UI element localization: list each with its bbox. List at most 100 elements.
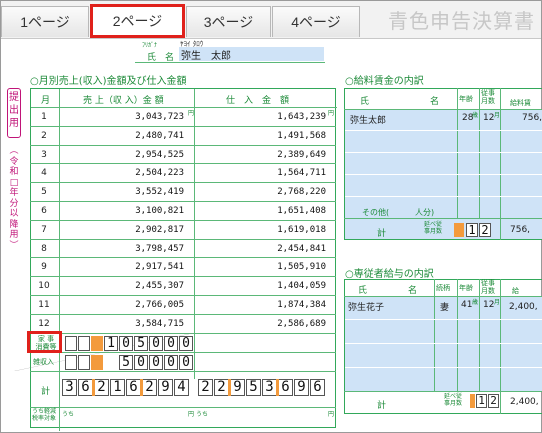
salary-col-months: 従事 月数 — [481, 89, 495, 105]
family-row1-name: 弥生花子 — [348, 303, 385, 313]
digit-cell-empty[interactable] — [78, 355, 90, 370]
digit-cell[interactable]: 0 — [134, 355, 148, 370]
digit-cell[interactable]: 5 — [246, 379, 261, 396]
sales-cell[interactable]: 3,043,723 — [100, 112, 184, 122]
purchase-cell[interactable]: 2,768,220 — [240, 187, 326, 197]
digit-cell[interactable]: 0 — [179, 336, 193, 351]
sales-cell[interactable]: 2,917,541 — [100, 262, 184, 272]
sales-cell[interactable]: 2,480,741 — [100, 131, 184, 141]
tab-page-4[interactable]: 4ページ — [272, 6, 360, 37]
digit-cell[interactable]: 3 — [262, 379, 277, 396]
month-cell: 5 — [41, 187, 47, 198]
digit-cell[interactable]: 9 — [294, 379, 309, 396]
sales-cell[interactable]: 3,552,419 — [100, 187, 184, 197]
digit-cell[interactable]: 6 — [126, 379, 141, 396]
digit-cell[interactable]: 5 — [134, 336, 148, 351]
digit-cell[interactable]: 0 — [164, 355, 178, 370]
family-nobe-label: 延べ従 事月数 — [444, 393, 463, 407]
purchase-cell[interactable]: 1,404,059 — [240, 281, 326, 291]
row-divider — [30, 201, 336, 202]
digit-cell[interactable]: 1 — [110, 379, 125, 396]
salary-row1-age-unit: 歳 — [472, 112, 479, 119]
salary-col-amount: 給料賃 — [510, 99, 531, 107]
family-row1-age-unit: 歳 — [472, 299, 479, 306]
family-row1-age: 41 — [461, 300, 473, 310]
month-cell: 1 — [41, 112, 47, 122]
uchi-purchase-label: うち — [196, 411, 209, 418]
family-col-age: 年齢 — [459, 284, 473, 292]
row-divider — [30, 144, 336, 146]
purchase-cell[interactable]: 1,564,711 — [240, 168, 326, 178]
digit-cell[interactable]: 0 — [179, 355, 193, 370]
col-month: 月 — [41, 96, 51, 106]
digit-cell-empty[interactable] — [65, 336, 77, 351]
sales-cell[interactable]: 3,584,715 — [100, 319, 184, 329]
digit-cell-empty[interactable] — [65, 355, 77, 370]
sales-cell[interactable]: 3,798,457 — [100, 244, 184, 254]
name-value[interactable]: 弥生 太郎 — [179, 47, 324, 62]
purchase-cell[interactable]: 2,454,841 — [240, 244, 326, 254]
purchase-cell[interactable]: 1,505,910 — [240, 262, 326, 272]
sales-cell[interactable]: 2,954,525 — [100, 150, 184, 160]
sales-cell[interactable]: 2,766,005 — [100, 300, 184, 310]
digit-cell[interactable]: 1 — [104, 336, 118, 351]
digit-cell-empty[interactable] — [470, 394, 475, 408]
purchase-cell[interactable]: 1,619,018 — [240, 225, 326, 235]
family-col-name2: 名 — [408, 286, 418, 296]
row-divider — [30, 219, 336, 221]
sales-cell[interactable]: 2,504,223 — [100, 168, 184, 178]
uchi-sales-label: うち — [62, 411, 75, 418]
family-col-rel: 続柄 — [436, 284, 450, 292]
salary-nobe-label: 延べ従 事月数 — [424, 221, 443, 235]
digit-cell[interactable]: 3 — [62, 379, 77, 396]
digit-cell-empty[interactable] — [91, 336, 103, 351]
digit-cell[interactable]: 2 — [198, 379, 213, 396]
furigana-label: ﾌﾘｶﾞﾅ — [142, 42, 158, 49]
sales-section-title: ○月別売上(収入)金額及び仕入金額 — [30, 76, 187, 87]
purchase-cell[interactable]: 1,491,568 — [240, 131, 326, 141]
row-divider — [30, 276, 336, 278]
digit-cell[interactable]: 5 — [119, 355, 133, 370]
row-divider — [30, 295, 336, 296]
digit-cell[interactable]: 1 — [466, 223, 478, 237]
digit-cell-empty[interactable] — [91, 355, 103, 370]
digit-cell[interactable]: 2 — [94, 379, 109, 396]
thousands-marker — [228, 379, 231, 396]
family-col-name: 氏 — [358, 286, 368, 296]
sales-cell[interactable]: 3,100,821 — [100, 206, 184, 216]
digit-cell[interactable]: 0 — [164, 336, 178, 351]
purchase-cell[interactable]: 1,651,408 — [240, 206, 326, 216]
digit-cell[interactable]: 9 — [230, 379, 245, 396]
digit-cell[interactable]: 0 — [149, 336, 163, 351]
purchase-cell[interactable]: 2,586,689 — [240, 319, 326, 329]
purchase-cell[interactable]: 1,874,384 — [240, 300, 326, 310]
digit-cell[interactable]: 4 — [174, 379, 189, 396]
digit-cell[interactable]: 6 — [310, 379, 325, 396]
family-row1-amount: 2,400, — [509, 302, 538, 312]
tab-page-1[interactable]: 1ページ — [1, 6, 89, 37]
purchase-cell[interactable]: 1,643,239 — [240, 112, 326, 122]
thousands-marker — [140, 379, 143, 396]
digit-cell[interactable]: 6 — [78, 379, 93, 396]
digit-cell[interactable]: 2 — [479, 223, 491, 237]
digit-cell[interactable]: 2 — [214, 379, 229, 396]
digit-cell-empty[interactable] — [454, 223, 464, 237]
tab-page-2[interactable]: 2ページ — [90, 4, 185, 38]
digit-cell[interactable]: 0 — [119, 336, 133, 351]
uchi-sales-yen: 円 — [188, 411, 195, 418]
digit-cell[interactable]: 2 — [488, 394, 499, 408]
sales-cell[interactable]: 2,902,817 — [100, 225, 184, 235]
digit-cell[interactable]: 1 — [476, 394, 487, 408]
digit-cell[interactable]: 9 — [158, 379, 173, 396]
sales-cell[interactable]: 2,455,307 — [100, 281, 184, 291]
digit-cell[interactable]: 2 — [142, 379, 157, 396]
digit-cell[interactable]: 6 — [278, 379, 293, 396]
month-cell: 2 — [41, 130, 47, 141]
family-total-amount: 2,400, — [510, 397, 539, 407]
digit-cell-empty[interactable] — [78, 336, 90, 351]
tab-page-3[interactable]: 3ページ — [186, 6, 271, 37]
digit-cell[interactable]: 0 — [149, 355, 163, 370]
family-row1-rel: 妻 — [440, 303, 450, 313]
total-label: 計 — [41, 387, 51, 397]
purchase-cell[interactable]: 2,389,649 — [240, 150, 326, 160]
